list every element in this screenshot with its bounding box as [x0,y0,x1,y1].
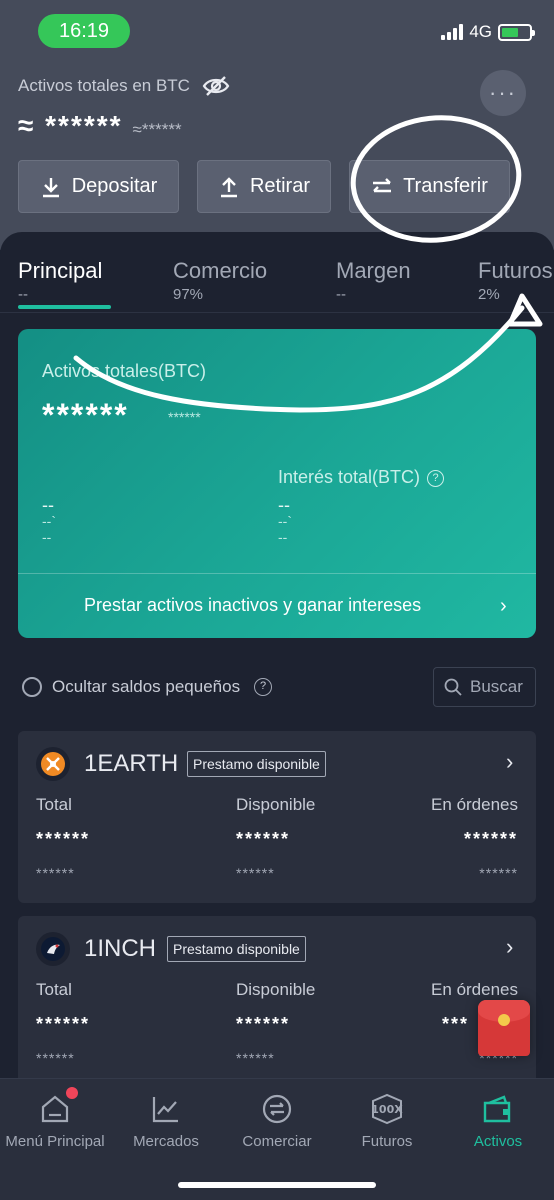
nav-markets[interactable]: Mercados [111,1089,221,1150]
col-in-orders: En órdenes [431,980,518,999]
nav-trade[interactable]: Comerciar [222,1089,332,1150]
total-value: ****** [36,1014,91,1034]
available-value: ****** [236,1014,291,1034]
nav-label: Mercados [133,1133,199,1150]
available-sub: ****** [236,1050,275,1066]
asset-name: 1EARTH [84,750,179,777]
home-indicator [178,1182,376,1188]
col-available: Disponible [236,795,316,814]
nav-label: Comerciar [242,1133,312,1150]
col-in-orders: En órdenes [431,795,518,814]
col-total: Total [36,795,72,814]
help-icon[interactable]: ? [254,678,273,696]
red-envelope-icon[interactable] [478,1000,530,1056]
loan-available-badge: Prestamo disponible [167,936,306,962]
nav-home[interactable]: Menú Principal [0,1089,110,1150]
notification-dot [66,1087,78,1099]
hide-small-balances[interactable]: Ocultar saldos pequeños ? [22,677,273,697]
total-sub: ****** [36,1050,75,1066]
asset-name: 1INCH [84,935,157,962]
nav-label: Futuros [361,1133,413,1150]
chevron-right-icon[interactable]: › [506,749,513,775]
asset-row-1inch[interactable]: 1INCH Prestamo disponible › Total Dispon… [18,916,536,1080]
nav-label: Menú Principal [5,1133,105,1150]
home-icon [0,1089,110,1129]
chart-icon [111,1089,221,1129]
1earth-logo-icon [36,747,70,781]
nav-assets[interactable]: Activos [443,1089,553,1150]
trade-icon [222,1089,332,1129]
1inch-logo-icon [36,932,70,966]
total-value: ****** [36,829,91,849]
hide-small-radio[interactable] [22,677,42,697]
wallet-icon [443,1089,553,1129]
search-placeholder: Buscar [470,677,523,696]
nav-futures[interactable]: 100X Futuros [332,1089,442,1150]
nav-label: Activos [473,1133,523,1150]
loan-available-badge: Prestamo disponible [187,751,326,777]
futures-100x-icon: 100X [332,1089,442,1129]
orders-value: ****** [463,829,518,849]
col-total: Total [36,980,72,999]
search-icon [444,678,462,696]
available-sub: ****** [236,865,275,881]
chevron-right-icon[interactable]: › [506,934,513,960]
svg-text:100X: 100X [371,1103,403,1116]
search-input[interactable]: Buscar [433,667,536,707]
available-value: ****** [236,829,291,849]
total-sub: ****** [36,865,75,881]
col-available: Disponible [236,980,316,999]
orders-sub: ****** [479,865,518,881]
orders-value: *** [442,1014,470,1034]
asset-row-1earth[interactable]: 1EARTH Prestamo disponible › Total Dispo… [18,731,536,903]
hide-small-label: Ocultar saldos pequeños [52,677,241,696]
